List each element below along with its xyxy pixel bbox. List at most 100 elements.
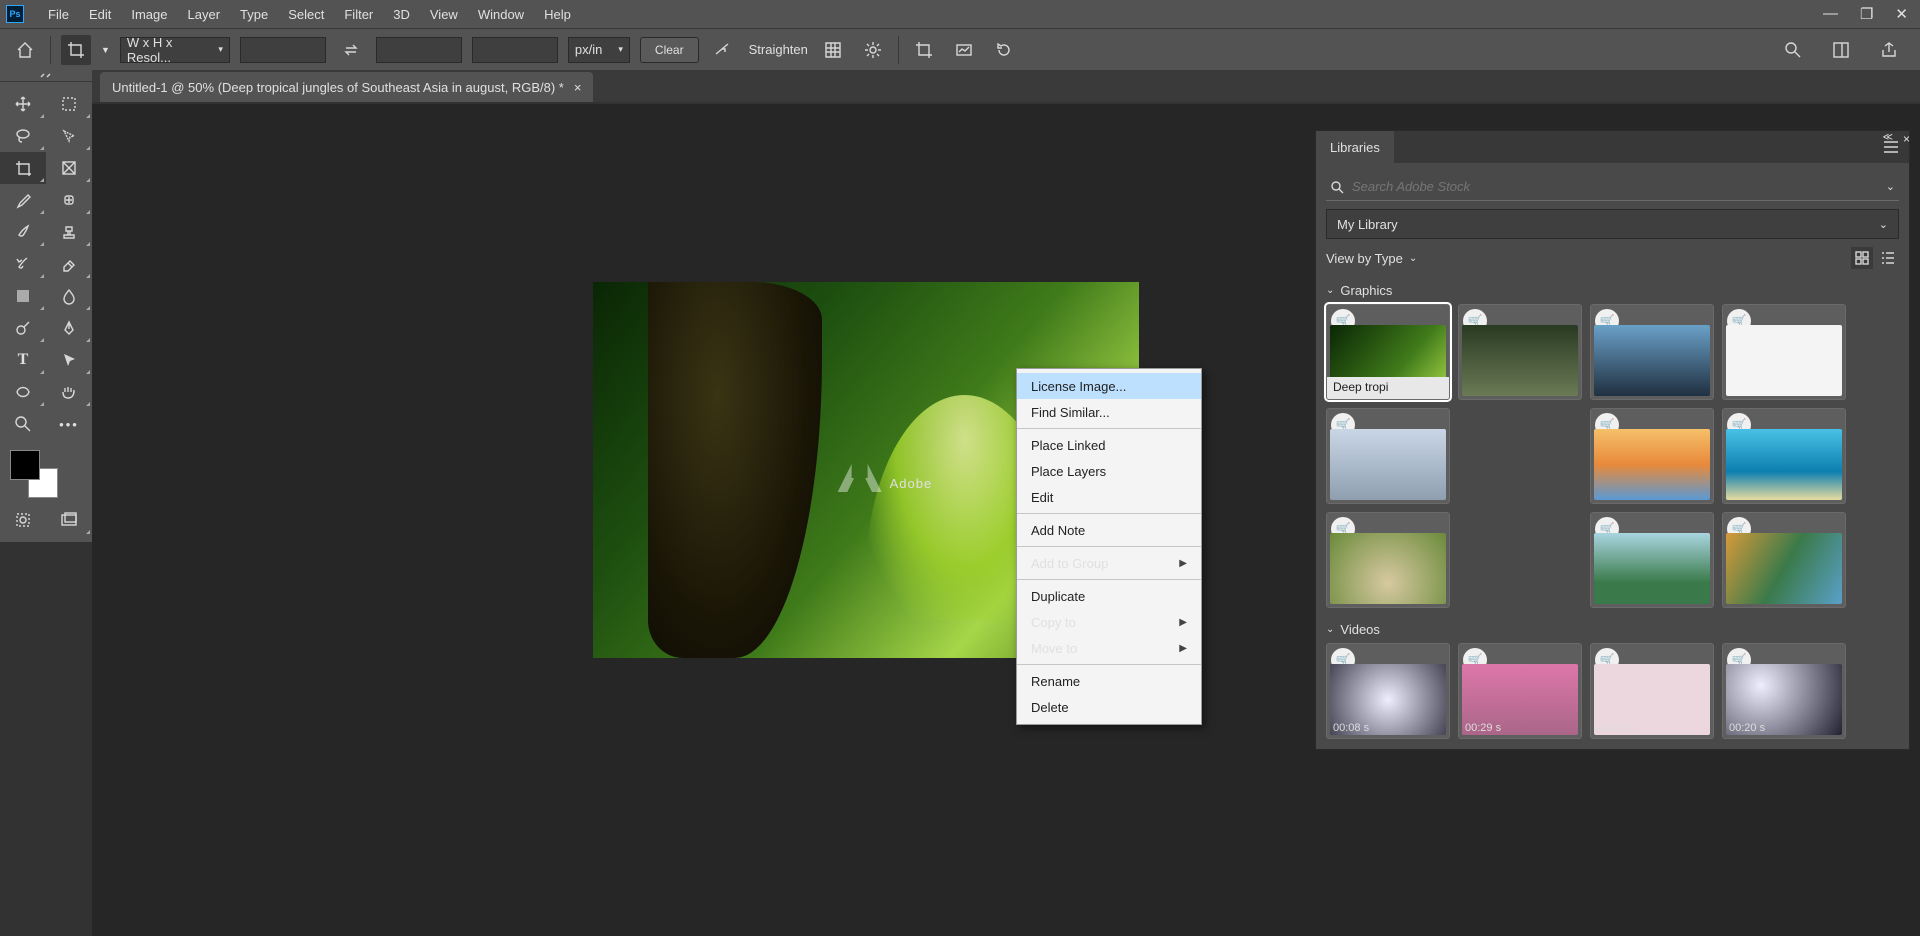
resolution-input[interactable] [472, 37, 558, 63]
thumb-graphic[interactable]: 🛒 [1590, 304, 1714, 400]
ctx-rename[interactable]: Rename [1017, 668, 1201, 694]
edit-toolbar-icon[interactable]: ••• [46, 408, 92, 440]
quick-select-tool-icon[interactable] [46, 120, 92, 152]
swap-icon[interactable] [336, 35, 366, 65]
ctx-add-note[interactable]: Add Note [1017, 517, 1201, 543]
eraser-tool-icon[interactable] [46, 248, 92, 280]
crop-tool-icon[interactable] [61, 35, 91, 65]
pen-tool-icon[interactable] [46, 312, 92, 344]
chevron-down-icon[interactable]: ⌄ [1886, 180, 1895, 193]
thumb-graphic[interactable]: 🛒 [1326, 408, 1450, 504]
menu-view[interactable]: View [420, 3, 468, 26]
menu-type[interactable]: Type [230, 3, 278, 26]
menu-help[interactable]: Help [534, 3, 581, 26]
shape-tool-icon[interactable] [0, 376, 46, 408]
hand-tool-icon[interactable] [46, 376, 92, 408]
reset-icon[interactable] [989, 35, 1019, 65]
view-mode-select[interactable]: View by Type [1326, 251, 1403, 266]
healing-brush-tool-icon[interactable] [46, 184, 92, 216]
unit-select[interactable]: px/in▾ [568, 37, 630, 63]
ctx-place-layers[interactable]: Place Layers [1017, 458, 1201, 484]
ctx-place-linked[interactable]: Place Linked [1017, 432, 1201, 458]
menu-layer[interactable]: Layer [178, 3, 231, 26]
zoom-tool-icon[interactable] [0, 408, 46, 440]
blur-tool-icon[interactable] [46, 280, 92, 312]
close-tab-icon[interactable]: × [574, 80, 582, 95]
menu-file[interactable]: File [38, 3, 79, 26]
panel-toggle-icon[interactable] [0, 70, 92, 82]
quickmask-icon[interactable] [0, 504, 46, 536]
menu-select[interactable]: Select [278, 3, 334, 26]
type-tool-icon[interactable]: T [0, 344, 46, 376]
ratio-preset-select[interactable]: W x H x Resol...▾ [120, 37, 230, 63]
ctx-move-to[interactable]: Move to▶ [1017, 635, 1201, 661]
section-videos[interactable]: ⌄Videos [1316, 618, 1909, 643]
history-brush-tool-icon[interactable] [0, 248, 46, 280]
close-icon[interactable]: ✕ [1895, 5, 1908, 23]
tab-libraries[interactable]: Libraries [1316, 131, 1394, 163]
lasso-tool-icon[interactable] [0, 120, 46, 152]
library-select[interactable]: My Library ⌄ [1326, 209, 1899, 239]
stamp-tool-icon[interactable] [46, 216, 92, 248]
maximize-icon[interactable]: ❐ [1860, 5, 1873, 23]
search-icon[interactable] [1778, 35, 1808, 65]
grid-overlay-icon[interactable] [818, 35, 848, 65]
move-tool-icon[interactable] [0, 88, 46, 120]
share-icon[interactable] [1874, 35, 1904, 65]
thumb-video[interactable]: 🛒00:08 s [1326, 643, 1450, 739]
dodge-tool-icon[interactable] [0, 312, 46, 344]
document-tab[interactable]: Untitled-1 @ 50% (Deep tropical jungles … [100, 72, 593, 102]
ctx-license-image[interactable]: License Image... [1017, 373, 1201, 399]
section-graphics[interactable]: ⌄Graphics [1316, 279, 1909, 304]
thumb-graphic[interactable]: 🛒Deep tropi [1326, 304, 1450, 400]
gradient-tool-icon[interactable] [0, 280, 46, 312]
thumb-graphic[interactable]: 🛒 [1590, 408, 1714, 504]
color-swatches[interactable] [10, 450, 58, 498]
menu-window[interactable]: Window [468, 3, 534, 26]
thumb-graphic[interactable]: 🛒 [1722, 512, 1846, 608]
ctx-delete[interactable]: Delete [1017, 694, 1201, 720]
thumb-graphic[interactable]: 🛒 [1590, 512, 1714, 608]
close-panel-icon[interactable]: × [1903, 132, 1910, 146]
foreground-color[interactable] [10, 450, 40, 480]
frame-tool-icon[interactable] [46, 152, 92, 184]
minimize-icon[interactable]: — [1823, 5, 1838, 23]
thumb-graphic[interactable]: 🛒 [1458, 304, 1582, 400]
home-icon[interactable] [10, 35, 40, 65]
content-aware-icon[interactable] [949, 35, 979, 65]
thumb-video[interactable]: 🛒00:20 s [1722, 643, 1846, 739]
workspace-icon[interactable] [1826, 35, 1856, 65]
brush-tool-icon[interactable] [0, 216, 46, 248]
width-input[interactable] [240, 37, 326, 63]
clear-button[interactable]: Clear [640, 37, 699, 63]
height-input[interactable] [376, 37, 462, 63]
thumb-graphic[interactable]: 🛒 [1722, 304, 1846, 400]
thumb-graphic[interactable]: 🛒 [1326, 512, 1450, 608]
ctx-find-similar[interactable]: Find Similar... [1017, 399, 1201, 425]
menu-image[interactable]: Image [121, 3, 177, 26]
ctx-add-to-group[interactable]: Add to Group▶ [1017, 550, 1201, 576]
delete-pixels-icon[interactable] [909, 35, 939, 65]
chevron-down-icon[interactable]: ⌄ [1409, 253, 1417, 264]
menu-filter[interactable]: Filter [334, 3, 383, 26]
collapse-panel-icon[interactable]: ≪ [1883, 132, 1893, 146]
list-view-icon[interactable] [1877, 247, 1899, 269]
crop-tool-icon[interactable] [0, 152, 46, 184]
eyedropper-tool-icon[interactable] [0, 184, 46, 216]
ctx-copy-to[interactable]: Copy to▶ [1017, 609, 1201, 635]
marquee-tool-icon[interactable] [46, 88, 92, 120]
menu-3d[interactable]: 3D [383, 3, 420, 26]
menu-edit[interactable]: Edit [79, 3, 121, 26]
straighten-icon[interactable] [709, 35, 739, 65]
stock-search[interactable]: ⌄ [1326, 173, 1899, 201]
screenmode-icon[interactable] [46, 504, 92, 536]
thumb-graphic[interactable]: 🛒 [1722, 408, 1846, 504]
settings-gear-icon[interactable] [858, 35, 888, 65]
ctx-edit[interactable]: Edit [1017, 484, 1201, 510]
chevron-down-icon[interactable]: ▼ [101, 45, 110, 55]
thumb-video[interactable]: 🛒00:29 s [1458, 643, 1582, 739]
ctx-duplicate[interactable]: Duplicate [1017, 583, 1201, 609]
search-input[interactable] [1352, 179, 1878, 194]
grid-view-icon[interactable] [1851, 247, 1873, 269]
thumb-video[interactable]: 🛒00:10 s [1590, 643, 1714, 739]
